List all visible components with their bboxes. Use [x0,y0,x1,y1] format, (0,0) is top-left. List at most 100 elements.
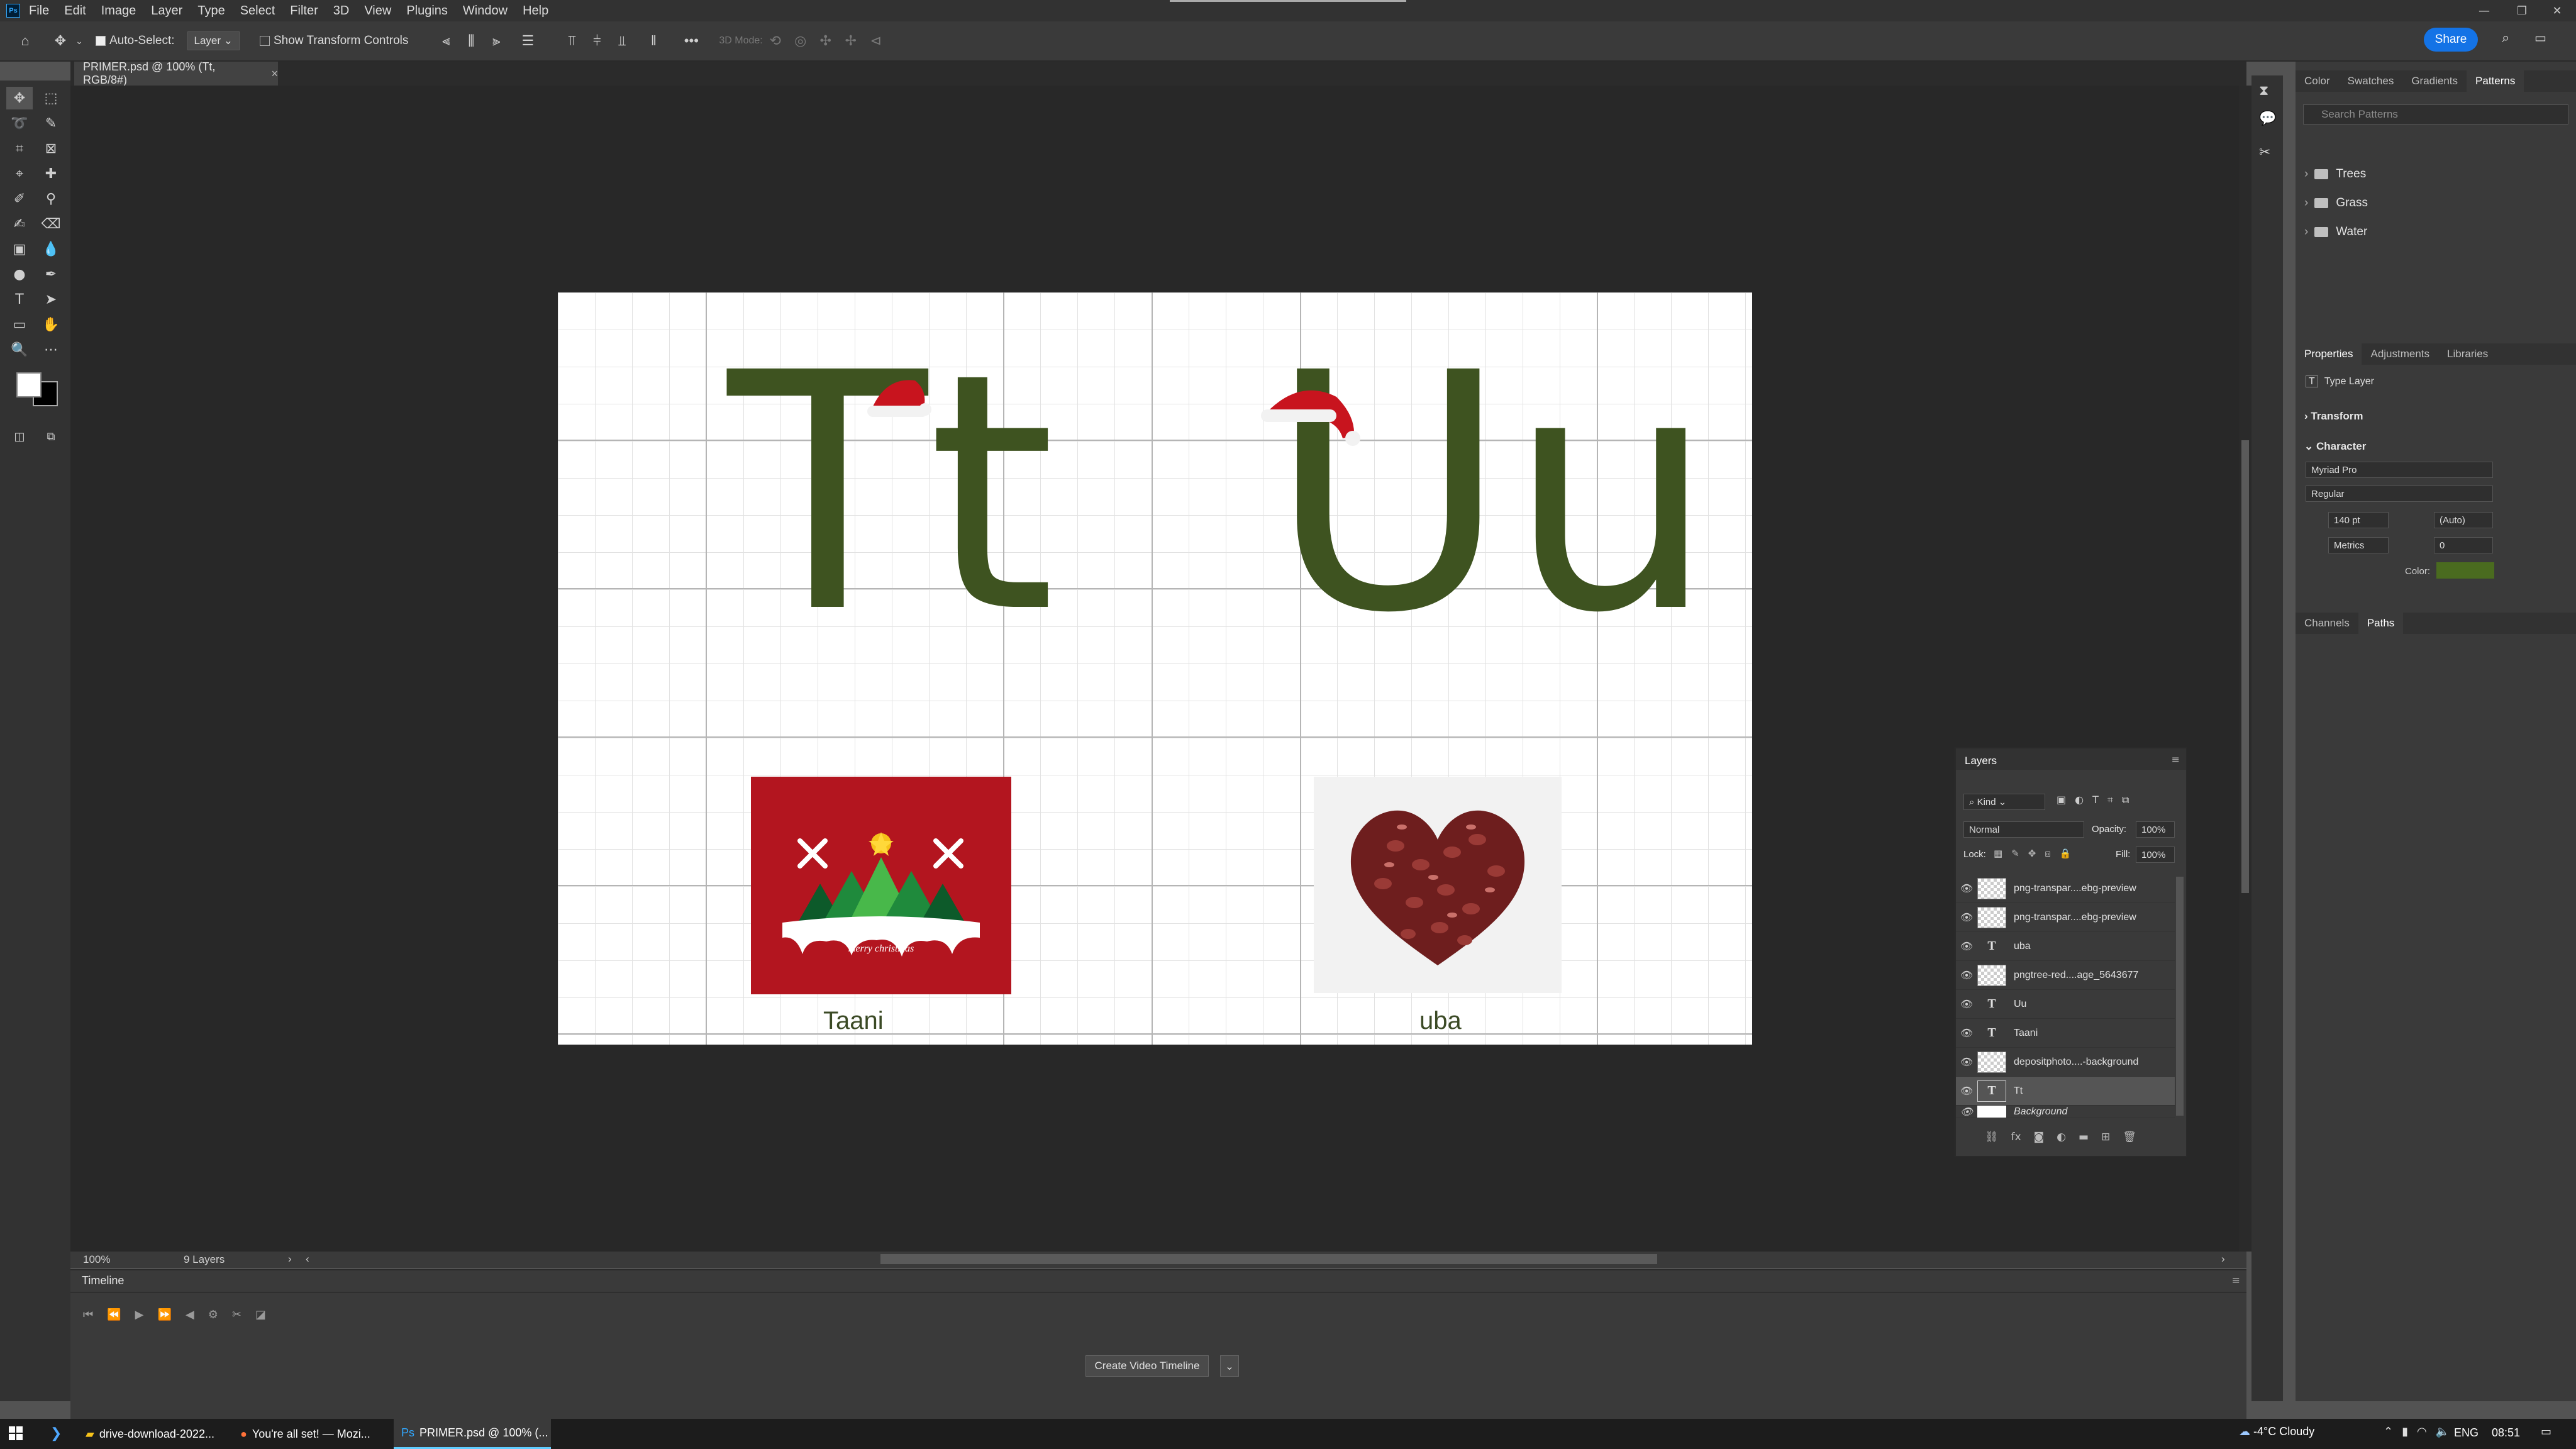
taskbar-item-photoshop[interactable]: Ps PRIMER.psd @ 100% (... [394,1419,551,1449]
tab-properties[interactable]: Properties [2296,343,2362,365]
more-options-icon[interactable]: ••• [679,28,704,53]
layers-menu-icon[interactable]: ≡ [2172,753,2180,765]
blur-tool-icon[interactable]: 💧 [38,238,64,260]
settings-icon[interactable]: ⚙ [208,1308,218,1321]
tab-color[interactable]: Color [2296,75,2339,87]
path-select-tool-icon[interactable]: ➤ [38,288,64,311]
menu-image[interactable]: Image [101,4,136,18]
font-style-select[interactable]: Regular [2306,486,2493,502]
dodge-tool-icon[interactable]: ● [6,263,33,286]
visibility-eye-icon[interactable]: 👁 [1956,882,1977,895]
wifi-icon[interactable]: ◠ [2417,1425,2427,1438]
zoom-level[interactable]: 100% [83,1253,110,1266]
audio-icon[interactable]: ◀ [186,1308,194,1321]
zoom-tool-icon[interactable]: 🔍 [6,338,33,361]
pattern-folder-water[interactable]: › Water [2304,225,2367,239]
app-icon[interactable]: ❯ [50,1425,62,1441]
transform-section[interactable]: › Transform [2304,410,2363,423]
distribute-vertical-icon[interactable]: ‖ [641,28,666,53]
more-tools-icon[interactable]: ⋯ [38,338,64,361]
fill-field[interactable]: 100% [2136,847,2175,863]
crop-tool-icon[interactable]: ⌗ [6,137,33,160]
status-expand-icon[interactable]: › [288,1253,292,1265]
santa-hat-image[interactable] [866,372,935,422]
menu-3d[interactable]: 3D [333,4,350,18]
create-video-timeline-button[interactable]: Create Video Timeline [1085,1355,1209,1377]
gradient-tool-icon[interactable]: ▣ [6,238,33,260]
lasso-tool-icon[interactable]: ➰ [6,112,33,135]
lock-position-icon[interactable]: ✥ [2028,848,2036,859]
delete-layer-icon[interactable]: 🗑 [2123,1131,2136,1143]
align-right-icon[interactable]: ⫸ [484,28,509,53]
layer-row[interactable]: 👁 T Taani [1956,1019,2175,1048]
auto-select-dropdown[interactable]: Layer ⌄ [187,31,240,50]
history-panel-icon[interactable]: ⧗ [2259,83,2268,99]
chevron-down-icon[interactable]: ⌄ [73,28,86,53]
menu-type[interactable]: Type [197,4,225,18]
search-icon[interactable]: ⌕ [2502,30,2523,52]
align-middle-icon[interactable]: ⫩ [584,28,609,53]
vertical-scroll-thumb[interactable] [2241,440,2249,893]
pen-tool-icon[interactable]: ✒ [38,263,64,286]
comments-panel-icon[interactable]: 💬 [2259,111,2276,126]
font-family-select[interactable]: Myriad Pro [2306,462,2493,478]
close-window-icon[interactable]: ✕ [2538,0,2576,21]
play-icon[interactable]: ▶ [135,1308,144,1321]
windows-start-icon[interactable] [9,1426,23,1440]
first-frame-icon[interactable]: ⏮ [83,1308,93,1321]
tracking-field[interactable]: 0 [2434,537,2493,553]
minimize-icon[interactable]: — [2465,0,2503,21]
hand-tool-icon[interactable]: ✋ [38,313,64,336]
kerning-field[interactable]: Metrics [2328,537,2389,553]
align-center-icon[interactable]: ⫼ [458,28,484,53]
lock-transparent-icon[interactable]: ▦ [1994,848,2002,859]
previous-frame-icon[interactable]: ⏪ [107,1308,121,1321]
eraser-tool-icon[interactable]: ⌫ [38,213,64,235]
caption-uba[interactable]: uba [1419,1007,1462,1035]
tab-gradients[interactable]: Gradients [2402,75,2467,87]
distribute-icon[interactable]: ☰ [515,28,540,53]
marquee-tool-icon[interactable]: ⬚ [38,87,64,109]
document-canvas[interactable]: Tt Uu merry christmas Taani uba [558,292,1752,1045]
visibility-eye-icon[interactable]: 👁 [1956,911,1977,924]
restore-icon[interactable]: ❐ [2503,0,2541,21]
next-frame-icon[interactable]: ⏩ [157,1308,171,1321]
workspace-icon[interactable]: ▭ [2534,30,2556,52]
horizontal-scroll-thumb[interactable] [880,1254,1657,1264]
history-brush-icon[interactable]: ✍ [6,213,33,235]
layer-row[interactable]: 👁 Tuba [1956,932,2175,961]
stamp-tool-icon[interactable]: ⚲ [38,187,64,210]
leading-field[interactable]: (Auto) [2434,512,2493,528]
menu-select[interactable]: Select [240,4,275,18]
opacity-field[interactable]: 100% [2136,821,2175,838]
align-bottom-icon[interactable]: ⫫ [609,28,635,53]
show-transform-checkbox[interactable] [260,36,270,46]
lock-artboard-icon[interactable]: ⧈ [2045,848,2051,859]
menu-file[interactable]: File [29,4,49,18]
filter-pixel-icon[interactable]: ▣ [2057,794,2066,806]
3d-camera-icon[interactable]: ⊲ [863,28,889,53]
tab-channels[interactable]: Channels [2296,617,2358,630]
patterns-search-input[interactable]: Search Patterns [2303,104,2568,125]
layer-row[interactable]: 👁 Background [1956,1106,2175,1118]
scroll-right-icon[interactable]: › [2221,1253,2225,1265]
menu-view[interactable]: View [364,4,391,18]
filter-type-icon[interactable]: T [2092,794,2099,806]
visibility-eye-icon[interactable]: 👁 [1956,998,1977,1011]
menu-filter[interactable]: Filter [290,4,318,18]
layer-row[interactable]: 👁 png-transpar....ebg-preview [1956,874,2175,903]
tray-icon[interactable]: ⌃ [2384,1425,2393,1438]
filter-smart-icon[interactable]: ⧉ [2122,794,2129,806]
layers-scrollbar[interactable] [2176,877,2184,1116]
font-size-field[interactable]: 140 pt [2328,512,2389,528]
christmas-card-image[interactable]: merry christmas [751,777,1011,994]
beans-heart-image[interactable] [1314,777,1562,993]
transition-icon[interactable]: ◪ [255,1308,266,1321]
tab-paths[interactable]: Paths [2358,613,2404,634]
filter-shape-icon[interactable]: ⌗ [2107,794,2113,806]
caption-taani[interactable]: Taani [823,1007,884,1035]
quick-select-tool-icon[interactable]: ✎ [38,112,64,135]
visibility-eye-icon[interactable]: 👁 [1956,1106,1977,1118]
3d-slide-icon[interactable]: ✢ [838,28,863,53]
layer-row[interactable]: 👁 png-transpar....ebg-preview [1956,903,2175,932]
